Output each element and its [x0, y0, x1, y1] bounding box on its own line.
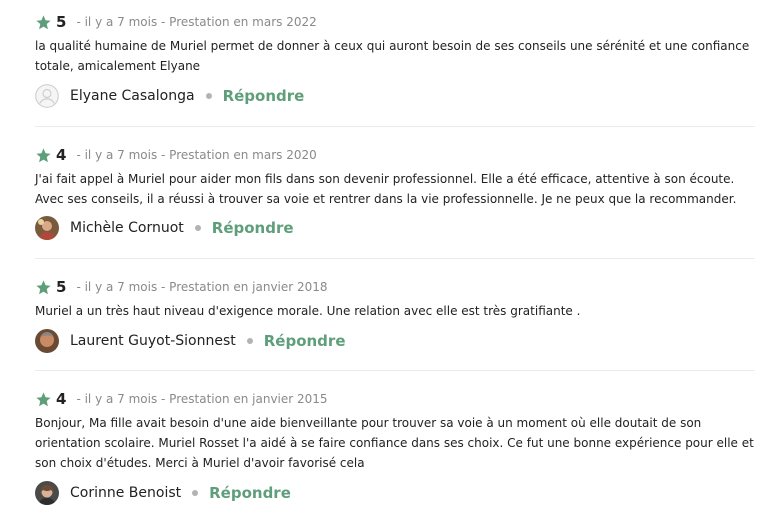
review-meta: - il y a 7 mois - Prestation en janvier …	[76, 280, 328, 294]
photo-avatar	[35, 216, 59, 240]
reply-button[interactable]: Répondre	[209, 484, 291, 502]
rating-value: 4	[56, 146, 67, 164]
review-text: Muriel a un très haut niveau d'exigence …	[35, 304, 581, 318]
review-text: J'ai fait appel à Muriel pour aider mon …	[35, 172, 737, 206]
reply-button[interactable]: Répondre	[223, 87, 305, 105]
review-meta: - il y a 7 mois - Prestation en mars 202…	[76, 15, 317, 29]
reply-button[interactable]: Répondre	[264, 332, 346, 350]
review-text: Bonjour, Ma fille avait besoin d'une aid…	[35, 416, 754, 470]
separator-dot	[192, 490, 199, 496]
photo-avatar	[35, 481, 59, 505]
reply-button[interactable]: Répondre	[212, 219, 294, 237]
divider	[35, 258, 755, 259]
review-text: la qualité humaine de Muriel permet de d…	[35, 39, 750, 73]
review-header: 4 - il y a 7 mois - Prestation en mars 2…	[35, 143, 317, 167]
separator-dot	[194, 225, 201, 231]
divider	[35, 370, 755, 371]
star-icon	[35, 147, 52, 164]
review-meta: - il y a 7 mois - Prestation en mars 202…	[76, 148, 317, 162]
star-icon	[35, 14, 52, 31]
review-author: Elyane Casalonga Répondre	[35, 82, 304, 110]
default-user-icon	[35, 84, 59, 108]
separator-dot	[205, 93, 212, 99]
author-name: Michèle Cornuot	[70, 220, 184, 236]
review-author: Laurent Guyot-Sionnest Répondre	[35, 327, 346, 355]
review-author: Michèle Cornuot Répondre	[35, 214, 294, 242]
author-name: Laurent Guyot-Sionnest	[70, 333, 236, 349]
author-name: Elyane Casalonga	[70, 88, 195, 104]
author-name: Corinne Benoist	[70, 485, 182, 501]
rating-value: 5	[56, 13, 67, 31]
star-icon	[35, 279, 52, 296]
separator-dot	[246, 338, 253, 344]
review-meta: - il y a 7 mois - Prestation en janvier …	[76, 392, 328, 406]
rating-value: 4	[56, 390, 67, 408]
star-icon	[35, 391, 52, 408]
rating-value: 5	[56, 278, 67, 296]
review-header: 5 - il y a 7 mois - Prestation en janvie…	[35, 275, 328, 299]
photo-avatar	[35, 329, 59, 353]
review-author: Corinne Benoist Répondre	[35, 479, 291, 507]
divider	[35, 126, 755, 127]
review-header: 4 - il y a 7 mois - Prestation en janvie…	[35, 387, 328, 411]
review-header: 5 - il y a 7 mois - Prestation en mars 2…	[35, 10, 317, 34]
